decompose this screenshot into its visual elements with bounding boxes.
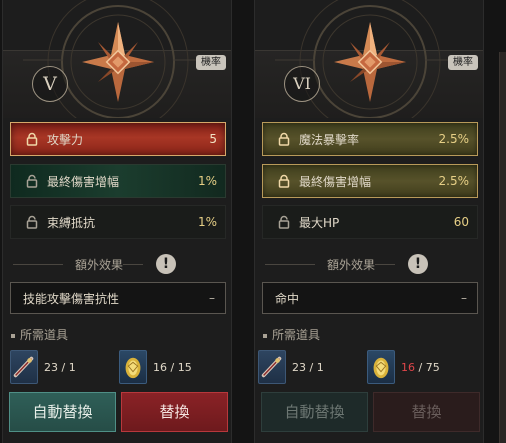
required-items-title: 所需道具 (263, 326, 320, 343)
tier-numeral: V (32, 66, 68, 102)
material-item-1[interactable]: 23 / 1 (258, 350, 324, 384)
stat-row[interactable]: 束縛抵抗 1% (10, 205, 226, 239)
stat-value: 1% (197, 174, 217, 188)
probability-badge[interactable]: 機率 (196, 55, 226, 70)
material-count: 16 / 15 (153, 360, 192, 374)
material-item-2[interactable]: 16 / 75 (367, 350, 440, 384)
stat-row-locked[interactable]: 攻擊力 5 (10, 122, 226, 156)
divider (375, 264, 395, 265)
extra-effect-header: 額外效果 ! (3, 254, 231, 274)
stat-value: 60 (453, 215, 469, 229)
needed-count: 75 (425, 360, 440, 374)
golden-egg-item-icon[interactable] (119, 350, 147, 384)
lock-closed-icon[interactable] (277, 174, 291, 188)
extra-effect-value: 技能攻擊傷害抗性 (23, 291, 120, 306)
stat-name: 魔法暴擊率 (299, 132, 360, 147)
lock-closed-icon[interactable] (25, 132, 39, 146)
extra-effect-title: 額外效果 (75, 258, 124, 272)
rune-card-vi: VI 機率 魔法暴擊率 2.5% 最終傷害增幅 2.5% 最大HP 60 額外效… (254, 0, 484, 443)
stat-name: 攻擊力 (47, 132, 84, 147)
lock-open-icon[interactable] (25, 174, 39, 188)
extra-effect-header: 額外效果 ! (255, 254, 483, 274)
stat-row-locked[interactable]: 最終傷害增幅 2.5% (262, 164, 478, 198)
stat-row[interactable]: 最大HP 60 (262, 205, 478, 239)
current-count: 16 (401, 360, 415, 374)
replace-button-disabled[interactable]: 替換 (373, 392, 480, 432)
golden-egg-item-icon[interactable] (367, 350, 395, 384)
required-items-title: 所需道具 (11, 326, 68, 343)
stat-value: 2.5% (438, 174, 470, 188)
card-header: V 機率 (3, 0, 231, 118)
stat-name: 束縛抵抗 (47, 215, 96, 230)
next-card-edge (499, 52, 506, 443)
stat-name: 最終傷害增幅 (47, 174, 120, 189)
rune-card-v: V 機率 攻擊力 5 最終傷害增幅 1% 束縛抵抗 1% 額外效果 ! 技能攻擊… (2, 0, 232, 443)
stat-row-locked[interactable]: 魔法暴擊率 2.5% (262, 122, 478, 156)
stat-name: 最終傷害增幅 (299, 174, 372, 189)
material-count-insufficient: 16 / 75 (401, 360, 440, 374)
info-icon[interactable]: ! (408, 254, 428, 274)
probability-badge[interactable]: 機率 (448, 55, 478, 70)
card-header: VI 機率 (255, 0, 483, 118)
material-item-2[interactable]: 16 / 15 (119, 350, 192, 384)
tier-numeral: VI (284, 66, 320, 102)
stat-row[interactable]: 最終傷害增幅 1% (10, 164, 226, 198)
extra-effect-dash: – (461, 291, 467, 305)
auto-replace-button-disabled[interactable]: 自動替換 (261, 392, 368, 432)
stat-value: 1% (197, 215, 217, 229)
material-count: 23 / 1 (44, 360, 76, 374)
extra-effect-dash: – (209, 291, 215, 305)
divider (13, 264, 63, 265)
extra-effect-title: 額外效果 (327, 258, 376, 272)
extra-effect-field: 技能攻擊傷害抗性 – (10, 282, 226, 314)
bullet-icon (11, 333, 15, 338)
stat-value: 2.5% (438, 132, 470, 146)
auto-replace-button[interactable]: 自動替換 (9, 392, 116, 432)
replace-button[interactable]: 替換 (121, 392, 228, 432)
stat-name: 最大HP (299, 215, 340, 230)
lock-open-icon[interactable] (277, 215, 291, 229)
material-count: 23 / 1 (292, 360, 324, 374)
bullet-icon (263, 333, 267, 338)
lock-closed-icon[interactable] (277, 132, 291, 146)
scroll-item-icon[interactable] (10, 350, 38, 384)
extra-effect-value: 命中 (275, 291, 300, 306)
extra-effect-field: 命中 – (262, 282, 478, 314)
lock-open-icon[interactable] (25, 215, 39, 229)
divider (265, 264, 315, 265)
info-icon[interactable]: ! (156, 254, 176, 274)
scroll-item-icon[interactable] (258, 350, 286, 384)
stat-value: 5 (209, 132, 217, 146)
divider (123, 264, 143, 265)
material-item-1[interactable]: 23 / 1 (10, 350, 76, 384)
